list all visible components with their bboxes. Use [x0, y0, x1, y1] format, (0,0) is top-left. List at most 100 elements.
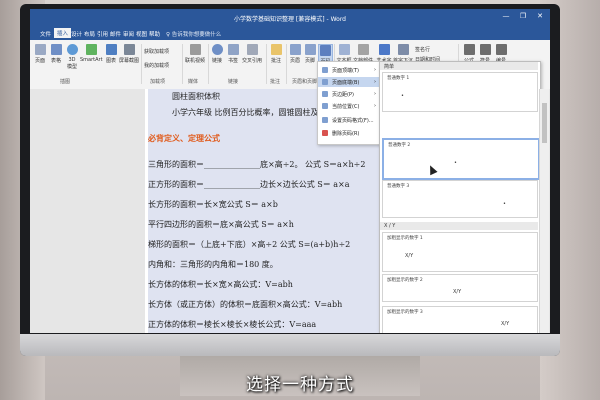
submenu-arrow-icon: › — [374, 103, 376, 109]
doc-line[interactable]: 圆柱面积体积 — [172, 91, 220, 102]
page-number-icon — [320, 45, 331, 56]
gallery-item-bold-number-3[interactable]: 加粗显示的数字 3 X/Y — [382, 306, 538, 333]
tab-insert[interactable]: 插入 — [54, 28, 72, 38]
tab-view[interactable]: 视图 — [136, 30, 147, 38]
comment-icon — [270, 44, 282, 55]
gallery-item-bold-number-2[interactable]: 加粗显示的数字 2 X/Y — [382, 274, 538, 302]
ribbon-separator — [182, 44, 183, 84]
footer-button[interactable]: 页脚 — [303, 44, 317, 64]
menu-item-remove-page-numbers[interactable]: 删除页码(R) — [318, 128, 380, 138]
chart-button[interactable]: 图表 — [104, 44, 118, 64]
remove-icon — [322, 130, 328, 136]
gallery-item-bold-number-1[interactable]: 加粗显示的数字 1 X/Y — [382, 232, 538, 272]
table-icon — [50, 44, 62, 55]
cube-icon — [66, 44, 78, 55]
tab-layout[interactable]: 布局 — [84, 30, 95, 38]
gallery-section-header: X / Y — [380, 222, 538, 230]
online-video-button[interactable]: 联机视频 — [184, 44, 206, 64]
page-bottom-icon — [322, 79, 328, 85]
footer-icon — [304, 44, 316, 55]
group-label-media: 媒体 — [188, 79, 199, 85]
minimize-button[interactable]: — — [500, 12, 512, 22]
window-title: 小学数学基础知识整理 [兼容模式] - Word — [234, 16, 346, 23]
drop-cap-icon — [397, 44, 409, 55]
video-icon — [189, 44, 201, 55]
smartart-button[interactable]: SmartArt — [80, 44, 103, 63]
menu-item-current-position[interactable]: 当前位置(C) › — [318, 101, 380, 111]
bookmark-button[interactable]: 书签 — [226, 44, 240, 64]
page-number-gallery: 简单 普通数字 1 • 普通数字 2 • 普通数字 3 • X / Y 加粗显示… — [379, 61, 541, 333]
word-window: 小学数学基础知识整理 [兼容模式] - Word — ❐ ✕ 文件 插入 设计 … — [30, 9, 550, 333]
gallery-item-plain-number-3[interactable]: 普通数字 3 • — [382, 180, 538, 218]
doc-line[interactable]: 正方形的面积＝______________边长×边长公式 S＝ a×a — [148, 179, 350, 190]
ribbon-tabs: 文件 插入 设计 布局 引用 邮件 审阅 视图 帮助 ♀ 告诉我你想要做什么 — [30, 27, 550, 40]
gallery-item-plain-number-1[interactable]: 普通数字 1 • — [382, 72, 538, 112]
ribbon-separator — [208, 44, 209, 84]
doc-line[interactable]: 三角形的面积＝______________底×高÷2。 公式 S＝a×h÷2 — [148, 159, 365, 170]
3d-models-button[interactable]: 3D 模型 — [65, 44, 79, 70]
format-icon — [322, 117, 328, 123]
group-label-header-footer: 页眉和页脚 — [292, 79, 318, 85]
current-position-icon — [322, 103, 328, 109]
tell-me-search[interactable]: ♀ 告诉我你想要做什么 — [166, 30, 221, 38]
tab-file[interactable]: 文件 — [40, 30, 51, 38]
menu-item-format-page-numbers[interactable]: 设置页码格式(F)... — [318, 115, 380, 125]
gallery-section-header: 简单 — [380, 62, 538, 70]
doc-line[interactable]: 小学六年级 比例百分比概率，圆锥圆柱及 — [172, 107, 319, 118]
ribbon-separator — [286, 44, 287, 84]
page-margin-icon — [322, 91, 328, 97]
textbox-icon — [338, 44, 350, 55]
page-top-icon — [322, 67, 328, 73]
pages-icon — [34, 44, 46, 55]
gallery-scrollbar[interactable] — [539, 89, 549, 333]
cross-reference-icon — [246, 44, 258, 55]
group-label-comments: 批注 — [270, 79, 281, 85]
tab-review[interactable]: 审阅 — [123, 30, 134, 38]
doc-line[interactable]: 长方体（或正方体）的体积＝底面积×高公式：V=abh — [148, 299, 342, 310]
my-addins-button[interactable]: 我的加载项 — [144, 62, 180, 69]
group-label-illustrations: 插图 — [60, 79, 71, 85]
ribbon-separator — [266, 44, 267, 84]
group-label-links: 链接 — [228, 79, 239, 85]
quick-parts-icon — [357, 44, 369, 55]
doc-line[interactable]: 长方体的体积＝长×宽×高公式：V=abh — [148, 279, 293, 290]
signature-line-button[interactable]: 签名行 — [415, 46, 445, 53]
screenshot-button[interactable]: 屏幕截图 — [119, 44, 139, 64]
smartart-icon — [85, 44, 97, 55]
doc-heading[interactable]: 必背定义、定理公式 — [148, 133, 220, 144]
chart-icon — [105, 44, 117, 55]
tab-mailings[interactable]: 邮件 — [110, 30, 121, 38]
pages-button[interactable]: 页面 — [33, 44, 47, 64]
table-button[interactable]: 表格 — [49, 44, 63, 64]
tab-references[interactable]: 引用 — [97, 30, 108, 38]
menu-item-page-margins[interactable]: 页边距(P) › — [318, 89, 380, 99]
omega-icon — [479, 44, 491, 55]
cross-reference-button[interactable]: 交叉引用 — [241, 44, 263, 64]
pi-icon — [463, 44, 475, 55]
comment-button[interactable]: 批注 — [269, 44, 283, 64]
gallery-item-plain-number-2[interactable]: 普通数字 2 • — [382, 138, 540, 180]
doc-line[interactable]: 正方体的体积＝棱长×棱长×棱长公式：V=aaa — [148, 319, 316, 330]
menu-item-top-of-page[interactable]: 页面顶端(T) › — [318, 65, 380, 75]
bookmark-icon — [227, 44, 239, 55]
submenu-arrow-icon: › — [374, 91, 376, 97]
doc-line[interactable]: 长方形的面积＝长×宽公式 S＝ a×b — [148, 199, 278, 210]
doc-line[interactable]: 梯形的面积＝（上底+下底）×高÷2 公式 S=(a+b)h÷2 — [148, 239, 350, 250]
wordart-icon — [378, 44, 390, 55]
doc-line[interactable]: 内角和：三角形的内角和＝180 度。 — [148, 259, 278, 270]
close-button[interactable]: ✕ — [534, 12, 546, 22]
maximize-button[interactable]: ❐ — [517, 12, 529, 22]
tab-help[interactable]: 帮助 — [149, 30, 160, 38]
link-button[interactable]: 链接 — [210, 44, 224, 64]
group-label-addins: 加载项 — [150, 79, 166, 85]
video-subtitle: 选择一种方式 — [246, 375, 354, 395]
scrollbar-thumb[interactable] — [542, 103, 547, 143]
numbering-icon — [495, 44, 507, 55]
header-button[interactable]: 页眉 — [288, 44, 302, 64]
camera-icon — [123, 44, 135, 55]
doc-line[interactable]: 平行四边形的面积＝底×高公式 S＝ a×h — [148, 219, 294, 230]
tab-design[interactable]: 设计 — [71, 30, 82, 38]
get-addins-button[interactable]: 获取加载项 — [144, 48, 180, 55]
title-bar: 小学数学基础知识整理 [兼容模式] - Word — ❐ ✕ — [30, 9, 550, 27]
menu-item-bottom-of-page[interactable]: 页面底端(B) › — [318, 77, 380, 87]
